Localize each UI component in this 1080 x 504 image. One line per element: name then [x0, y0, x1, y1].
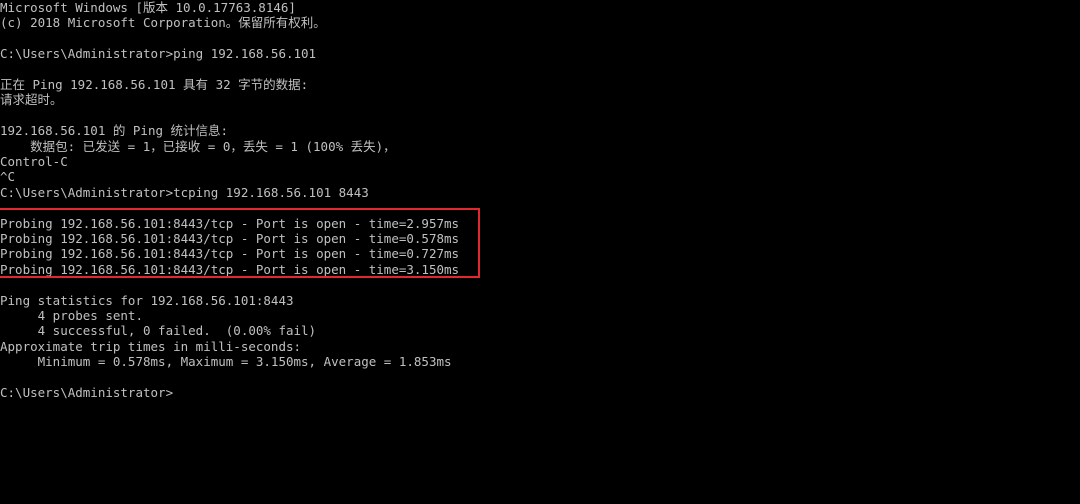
console-line-probe-result: Probing 192.168.56.101:8443/tcp - Port i…	[0, 215, 460, 231]
console-line-ping-timeout: 请求超时。	[0, 92, 63, 108]
console-line-probes-sent: 4 probes sent.	[0, 308, 143, 323]
console-line-version: Microsoft Windows [版本 10.0.17763.8146]	[0, 0, 296, 15]
console-line-ping-start: 正在 Ping 192.168.56.101 具有 32 字节的数据:	[0, 77, 309, 92]
console-line-copyright: (c) 2018 Microsoft Corporation。保留所有权利。	[0, 15, 326, 31]
console-line-trip-times-header: Approximate trip times in milli-seconds:	[0, 338, 302, 354]
console-line-trip-times: Minimum = 0.578ms, Maximum = 3.150ms, Av…	[0, 354, 452, 370]
console-line-control-c: Control-C	[0, 154, 68, 169]
console-line-tcping-stats-header: Ping statistics for 192.168.56.101:8443	[0, 292, 294, 308]
console-line-ping-stats-packets: 数据包: 已发送 = 1，已接收 = 0，丢失 = 1 (100% 丢失)，	[0, 138, 396, 154]
console-line-ping-command: C:\Users\Administrator>ping 192.168.56.1…	[0, 46, 317, 62]
console-line-probe-result: Probing 192.168.56.101:8443/tcp - Port i…	[0, 231, 460, 246]
console-line-probes-successful: 4 successful, 0 failed. (0.00% fail)	[0, 323, 317, 339]
console-line-probe-result: Probing 192.168.56.101:8443/tcp - Port i…	[0, 246, 460, 262]
console-line-ping-stats-header: 192.168.56.101 的 Ping 统计信息:	[0, 123, 229, 139]
console-window[interactable]: Microsoft Windows [版本 10.0.17763.8146] (…	[0, 0, 1080, 504]
console-line-probe-result: Probing 192.168.56.101:8443/tcp - Port i…	[0, 261, 460, 277]
console-prompt[interactable]: C:\Users\Administrator>	[0, 385, 173, 400]
console-line-caret-c: ^C	[0, 169, 16, 185]
console-line-tcping-command: C:\Users\Administrator>tcping 192.168.56…	[0, 184, 369, 200]
